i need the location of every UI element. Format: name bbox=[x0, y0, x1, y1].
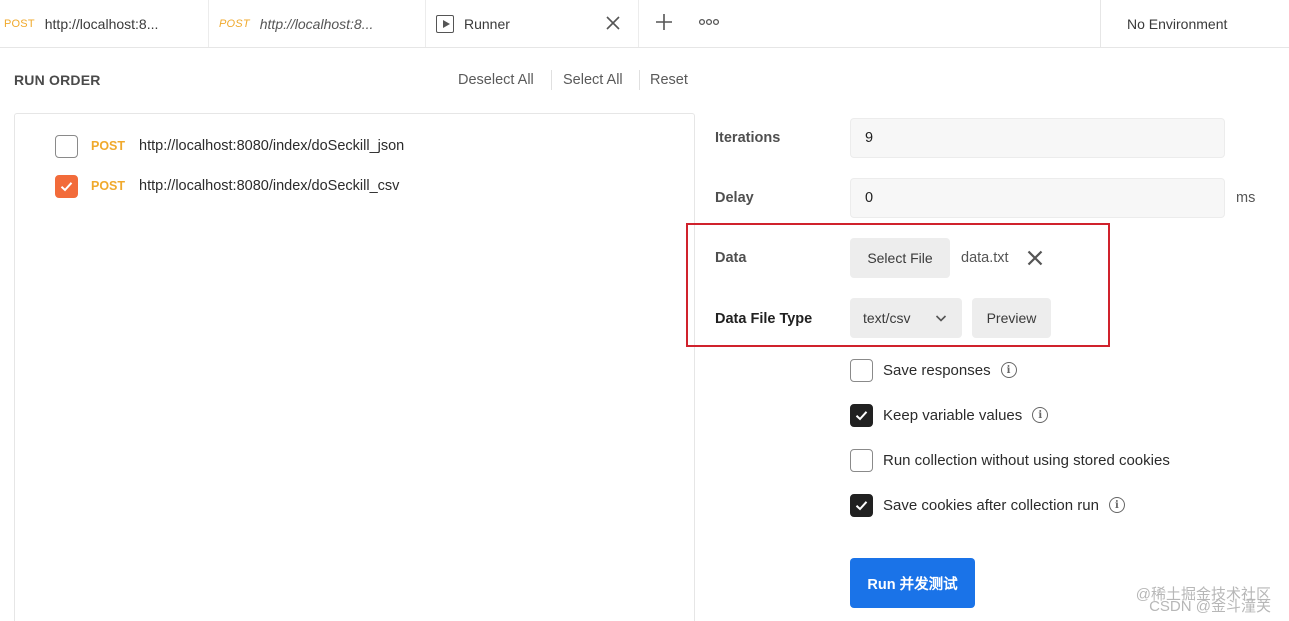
option-run-without-cookies[interactable]: Run collection without using stored cook… bbox=[850, 448, 1170, 472]
divider bbox=[639, 70, 640, 90]
request-checkbox[interactable] bbox=[55, 174, 78, 198]
request-method: POST bbox=[91, 139, 126, 153]
checkmark-icon bbox=[60, 181, 73, 191]
option-save-cookies[interactable]: Save cookies after collection run i bbox=[850, 493, 1125, 517]
option-label: Save responses bbox=[883, 361, 991, 379]
new-tab-icon[interactable] bbox=[654, 12, 674, 32]
iterations-label: Iterations bbox=[715, 130, 781, 146]
info-icon[interactable]: i bbox=[1000, 362, 1017, 378]
request-url: http://localhost:8080/index/doSeckill_cs… bbox=[139, 178, 400, 194]
delay-input[interactable]: 0 bbox=[850, 178, 1225, 218]
tab-url: http://localhost:8... bbox=[44, 15, 159, 32]
divider bbox=[551, 70, 552, 90]
option-keep-variable-values[interactable]: Keep variable values i bbox=[850, 403, 1049, 427]
run-order-title: RUN ORDER bbox=[14, 72, 101, 88]
checkmark-icon bbox=[855, 410, 868, 420]
tab-request-2[interactable]: POST http://localhost:8... bbox=[209, 0, 426, 47]
option-label: Run collection without using stored cook… bbox=[883, 451, 1170, 469]
runner-icon bbox=[436, 14, 454, 33]
option-save-responses[interactable]: Save responses i bbox=[850, 358, 1017, 382]
more-tabs-icon[interactable] bbox=[698, 15, 720, 29]
tab-runner[interactable]: Runner bbox=[426, 0, 639, 47]
select-all-button[interactable]: Select All bbox=[563, 72, 623, 88]
option-checkbox[interactable] bbox=[850, 358, 873, 382]
option-checkbox[interactable] bbox=[850, 448, 873, 472]
option-checkbox[interactable] bbox=[850, 403, 873, 427]
info-icon[interactable]: i bbox=[1032, 407, 1049, 423]
request-row[interactable]: POST http://localhost:8080/index/doSecki… bbox=[55, 174, 399, 198]
reset-button[interactable]: Reset bbox=[650, 72, 688, 88]
option-label: Keep variable values bbox=[883, 406, 1023, 424]
run-button[interactable]: Run 并发测试 bbox=[850, 558, 975, 608]
tab-request-1[interactable]: POST http://localhost:8... bbox=[0, 0, 209, 47]
tab-method: POST bbox=[4, 17, 35, 30]
checkmark-icon bbox=[855, 500, 868, 510]
close-icon[interactable] bbox=[604, 14, 622, 32]
request-method: POST bbox=[91, 179, 126, 193]
iterations-input[interactable]: 9 bbox=[850, 118, 1225, 158]
delay-unit: ms bbox=[1236, 190, 1256, 206]
request-url: http://localhost:8080/index/doSeckill_js… bbox=[139, 138, 405, 154]
highlight-annotation bbox=[686, 223, 1110, 347]
deselect-all-button[interactable]: Deselect All bbox=[458, 72, 534, 88]
request-checkbox[interactable] bbox=[55, 134, 78, 158]
environment-selector[interactable]: No Environment bbox=[1100, 0, 1289, 47]
tab-label: Runner bbox=[464, 15, 510, 32]
request-list: POST http://localhost:8080/index/doSecki… bbox=[14, 113, 695, 621]
tab-url: http://localhost:8... bbox=[259, 15, 374, 32]
request-row[interactable]: POST http://localhost:8080/index/doSecki… bbox=[55, 134, 404, 158]
info-icon[interactable]: i bbox=[1108, 497, 1125, 513]
tab-method: POST bbox=[219, 17, 250, 30]
option-label: Save cookies after collection run bbox=[883, 496, 1099, 514]
delay-label: Delay bbox=[715, 190, 754, 206]
option-checkbox[interactable] bbox=[850, 493, 873, 517]
watermark-line-2: CSDN @金斗潼关 bbox=[1149, 598, 1271, 615]
tab-bar: POST http://localhost:8... POST http://l… bbox=[0, 0, 1289, 48]
